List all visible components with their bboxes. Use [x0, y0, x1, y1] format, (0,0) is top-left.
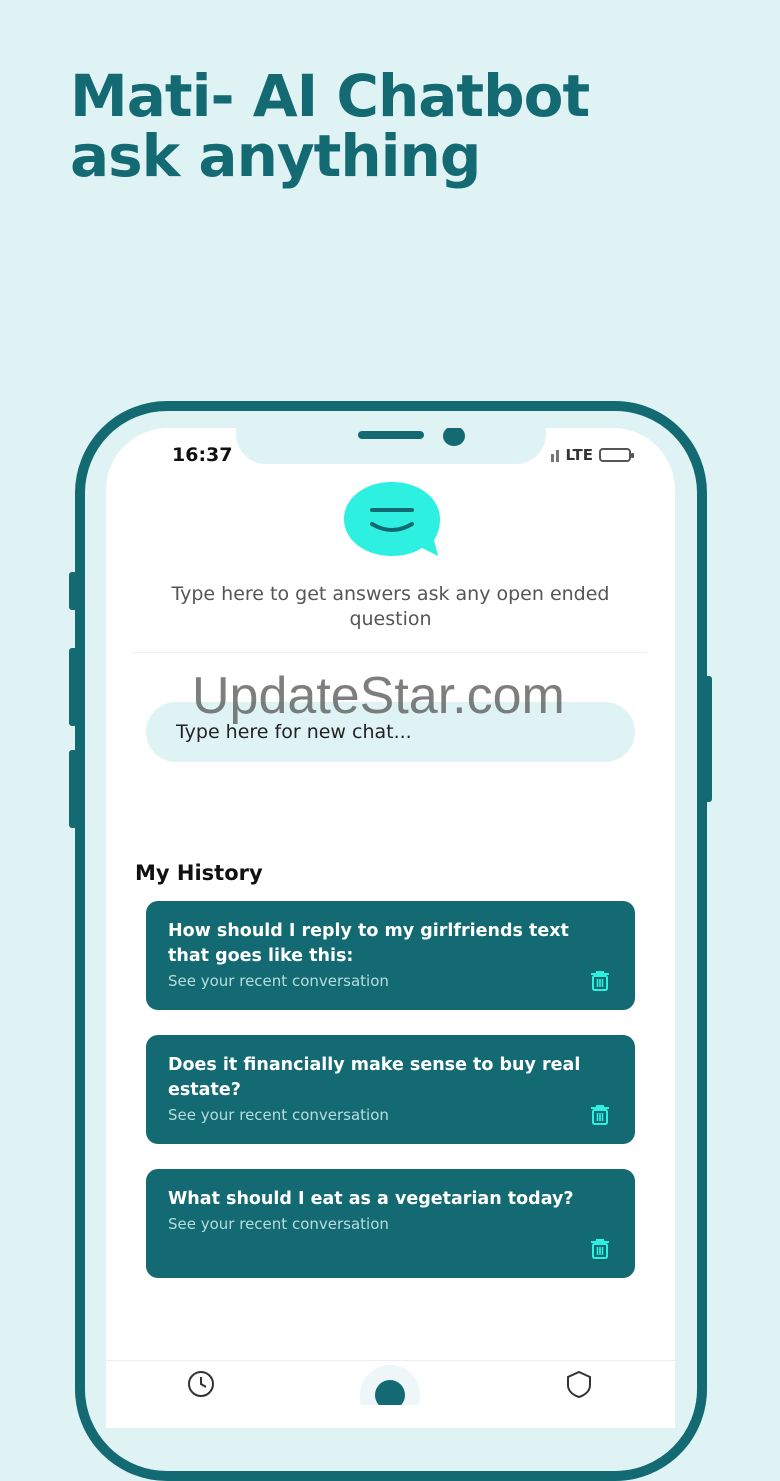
bottom-navigation — [106, 1360, 675, 1428]
network-label: LTE — [565, 446, 593, 464]
history-item-subtitle: See your recent conversation — [168, 1106, 389, 1124]
trash-icon[interactable] — [589, 1104, 611, 1126]
phone-screen: 16:37 LTE Type here to get answers ask a… — [106, 428, 675, 1428]
history-item[interactable]: What should I eat as a vegetarian today?… — [146, 1169, 635, 1278]
signal-icon — [551, 448, 560, 462]
history-item-title: How should I reply to my girlfriends tex… — [168, 921, 569, 966]
history-icon[interactable] — [186, 1369, 216, 1399]
home-icon[interactable] — [360, 1365, 420, 1405]
divider — [132, 652, 647, 653]
shield-icon[interactable] — [564, 1369, 594, 1399]
trash-icon[interactable] — [589, 970, 611, 992]
phone-side-button — [69, 572, 77, 610]
smile-chat-bubble-icon — [344, 482, 440, 556]
notch-speaker — [358, 431, 424, 439]
history-title: My History — [135, 861, 263, 885]
phone-volume-down-button — [69, 750, 77, 828]
headline-line-2: ask anything — [70, 122, 481, 190]
history-item-title: Does it financially make sense to buy re… — [168, 1055, 581, 1100]
history-item-title: What should I eat as a vegetarian today? — [168, 1189, 574, 1209]
phone-volume-up-button — [69, 648, 77, 726]
headline-line-1: Mati- AI Chatbot — [70, 62, 590, 130]
history-item-subtitle: See your recent conversation — [168, 972, 389, 990]
history-item-subtitle: See your recent conversation — [168, 1215, 389, 1233]
battery-icon — [599, 448, 634, 462]
notch-camera — [443, 428, 465, 446]
trash-icon[interactable] — [589, 1238, 611, 1260]
history-item[interactable]: Does it financially make sense to buy re… — [146, 1035, 635, 1144]
history-list: How should I reply to my girlfriends tex… — [146, 901, 635, 1303]
phone-power-button — [704, 676, 712, 802]
page-headline: Mati- AI Chatbot ask anything — [70, 62, 590, 190]
intro-text: Type here to get answers ask any open en… — [171, 583, 610, 630]
watermark: UpdateStar.com — [192, 667, 565, 725]
history-item[interactable]: How should I reply to my girlfriends tex… — [146, 901, 635, 1010]
phone-notch — [236, 428, 546, 464]
status-time: 16:37 — [172, 444, 233, 466]
status-indicators: LTE — [551, 446, 634, 464]
